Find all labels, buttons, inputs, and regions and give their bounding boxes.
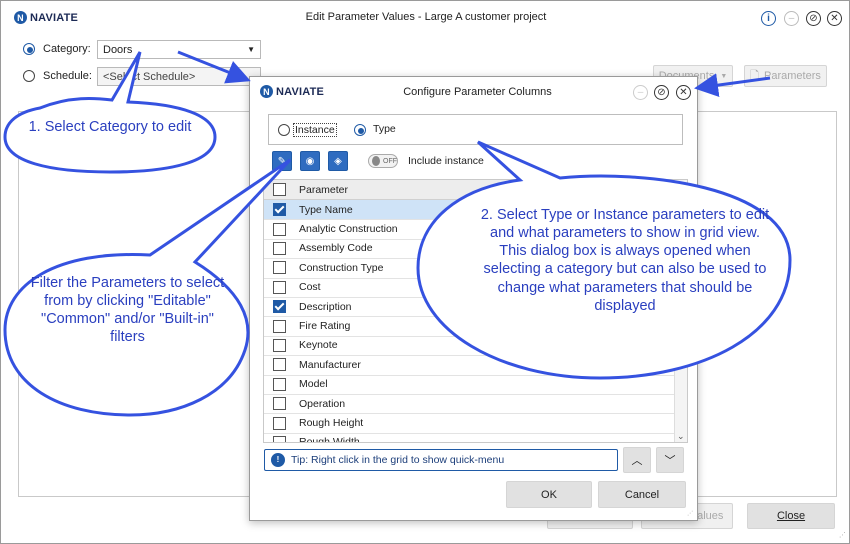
callout-type-instance-text: 2. Select Type or Instance parameters to… <box>480 207 770 314</box>
callout-select-category-text: 1. Select Category to edit <box>28 119 192 135</box>
arrow-to-schedule <box>177 50 251 84</box>
callout-filter-text: Filter the Parameters to select from by … <box>30 275 225 346</box>
callout-bubble-select-category <box>3 51 217 174</box>
arrow-to-parameters <box>694 73 771 98</box>
